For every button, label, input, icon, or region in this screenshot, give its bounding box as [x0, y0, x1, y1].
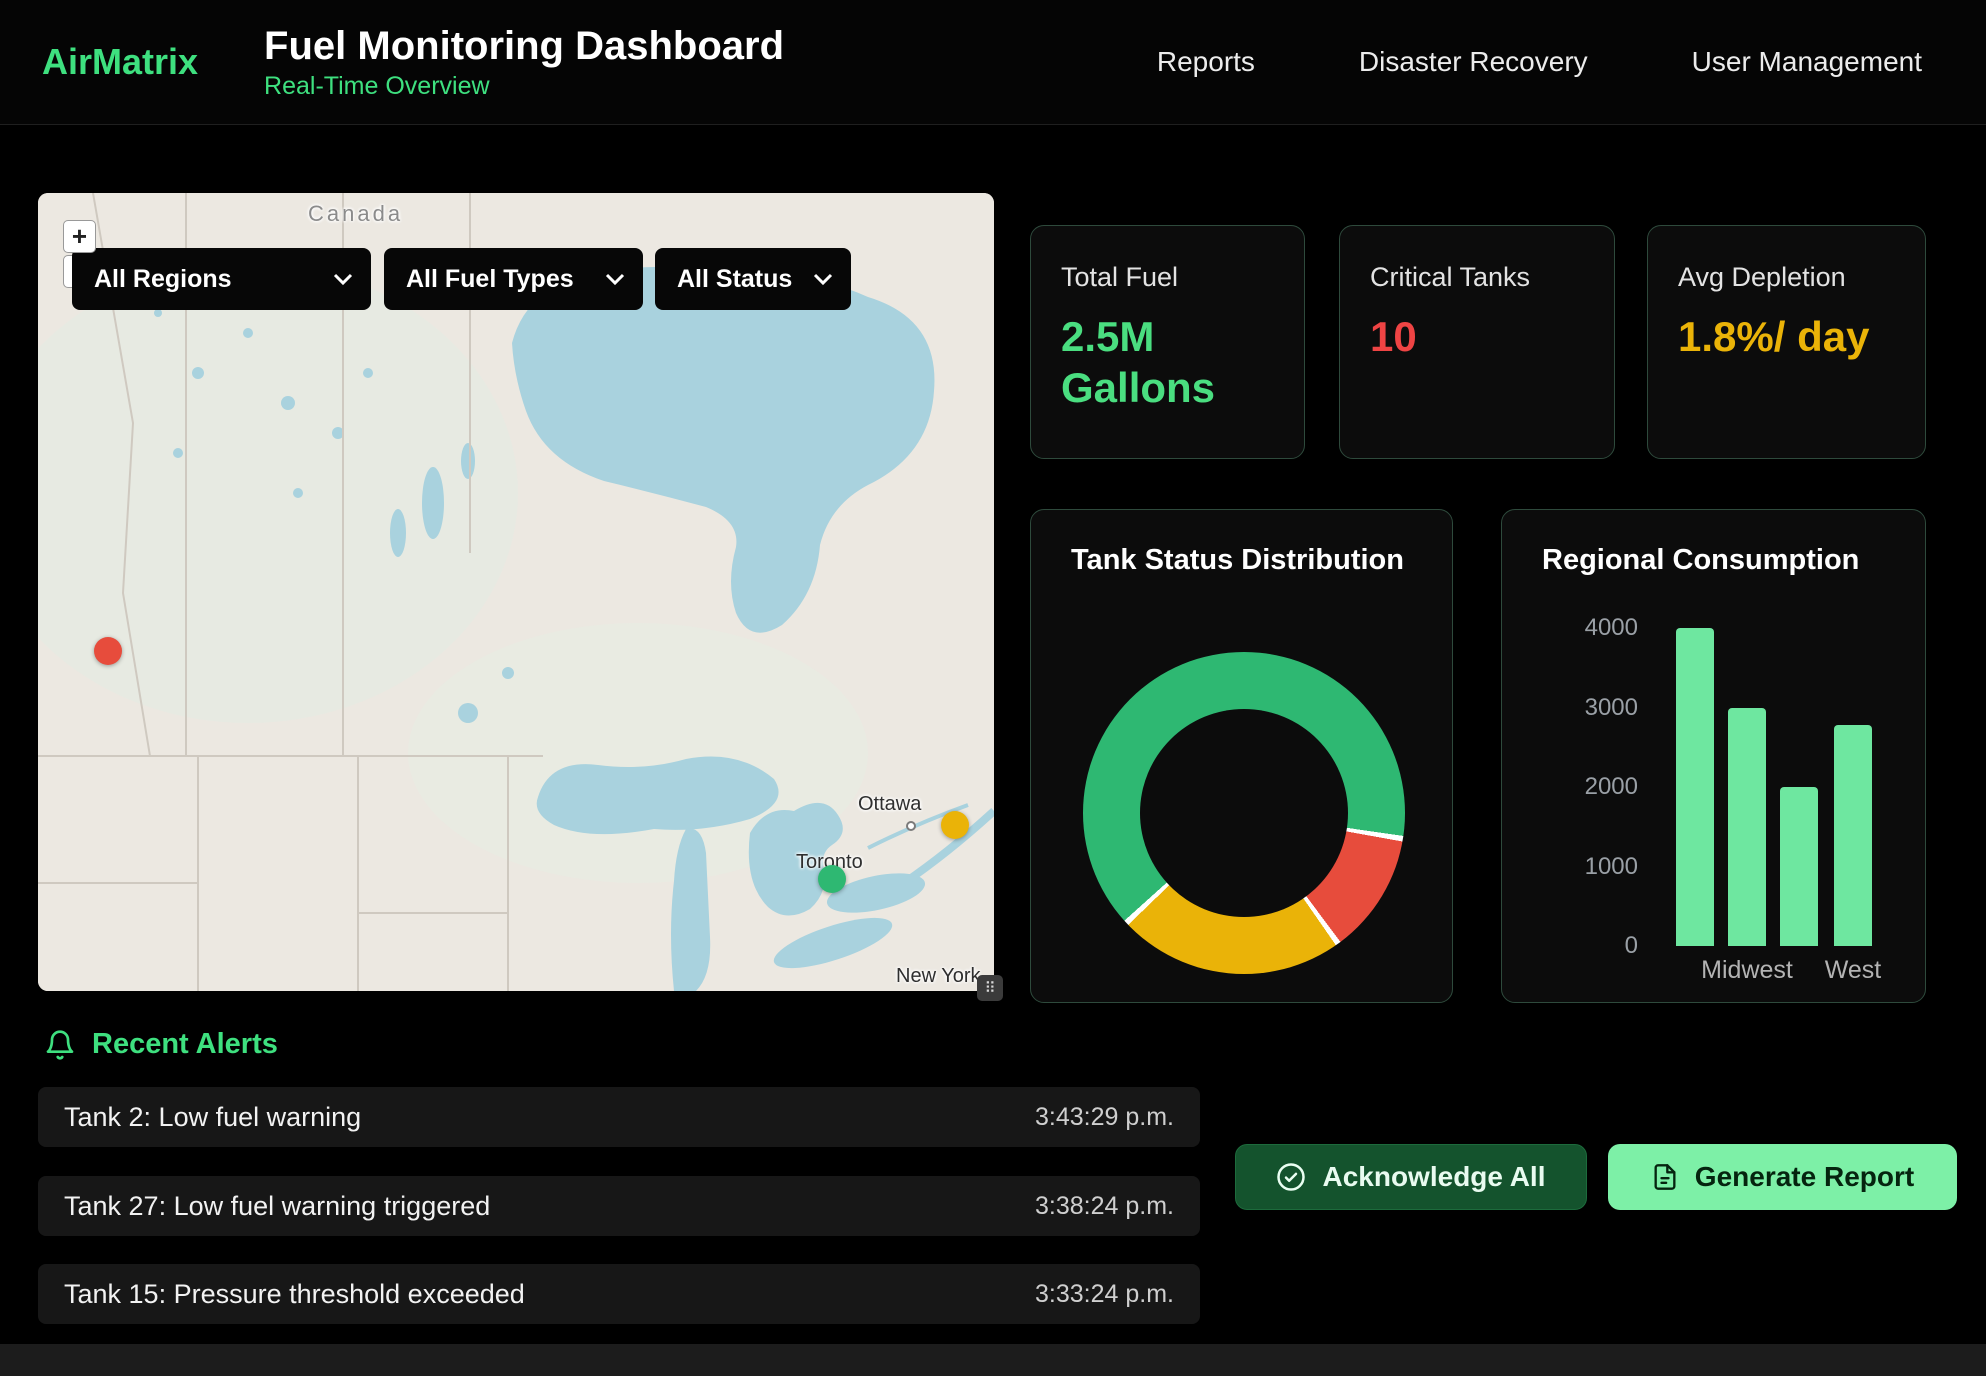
tank-marker-critical[interactable]: [94, 637, 122, 665]
kpi-label: Avg Depletion: [1678, 262, 1895, 293]
donut-chart: [1083, 652, 1405, 974]
generate-report-button[interactable]: Generate Report: [1608, 1144, 1957, 1210]
alert-row[interactable]: Tank 15: Pressure threshold exceeded 3:3…: [38, 1264, 1200, 1324]
regional-consumption-card: Regional Consumption 0 1000 2000 3000 4000 Mi…: [1501, 509, 1926, 1003]
map-label-new-york: New York: [896, 965, 981, 988]
recent-alerts-heading: Recent Alerts: [44, 1028, 278, 1061]
kpi-value-total-fuel: 2.5M Gallons: [1061, 311, 1274, 413]
alert-row[interactable]: Tank 2: Low fuel warning 3:43:29 p.m.: [38, 1087, 1200, 1147]
alert-text: Tank 15: Pressure threshold exceeded: [64, 1279, 525, 1310]
chevron-down-icon: [333, 273, 353, 286]
status-filter-value: All Status: [677, 265, 792, 294]
map-zoom-in-button[interactable]: +: [63, 220, 96, 253]
kpi-value-avg-depletion: 1.8%/ day: [1678, 311, 1895, 362]
x-axis-tick: Midwest: [1687, 956, 1807, 985]
consumption-bar: [1676, 628, 1714, 946]
tank-marker-normal[interactable]: [818, 865, 846, 893]
y-axis-tick: 0: [1502, 931, 1638, 961]
region-filter-dropdown[interactable]: All Regions: [72, 248, 371, 310]
alert-time: 3:38:24 p.m.: [1035, 1192, 1174, 1221]
footer-strip: [0, 1344, 1986, 1376]
donut-hole: [1140, 709, 1348, 917]
map-label-ottawa: Ottawa: [858, 793, 921, 816]
status-filter-dropdown[interactable]: All Status: [655, 248, 851, 310]
ottawa-city-dot: [906, 821, 916, 831]
y-axis-tick: 1000: [1502, 852, 1638, 882]
bell-icon: [44, 1029, 76, 1061]
chevron-down-icon: [605, 273, 625, 286]
alert-text: Tank 2: Low fuel warning: [64, 1102, 361, 1133]
fuel-map[interactable]: + − All Regions All Fuel Types All Statu…: [38, 193, 994, 991]
consumption-bar: [1780, 787, 1818, 946]
kpi-card-avg-depletion: Avg Depletion 1.8%/ day: [1647, 225, 1926, 459]
kpi-card-total-fuel: Total Fuel 2.5M Gallons: [1030, 225, 1305, 459]
tank-marker-warning[interactable]: [941, 811, 969, 839]
title-block: Fuel Monitoring Dashboard Real-Time Over…: [264, 24, 784, 101]
page-subtitle: Real-Time Overview: [264, 72, 784, 101]
kpi-label: Total Fuel: [1061, 262, 1274, 293]
main-nav: Reports Disaster Recovery User Managemen…: [1157, 46, 1922, 78]
region-filter-value: All Regions: [94, 265, 232, 294]
consumption-bar: [1834, 725, 1872, 946]
donut-chart-title: Tank Status Distribution: [1071, 544, 1452, 577]
app-logo: AirMatrix: [42, 41, 198, 83]
y-axis-tick: 3000: [1502, 693, 1638, 723]
kpi-card-critical-tanks: Critical Tanks 10: [1339, 225, 1615, 459]
fuel-type-filter-dropdown[interactable]: All Fuel Types: [384, 248, 643, 310]
document-icon: [1651, 1163, 1679, 1191]
acknowledge-all-label: Acknowledge All: [1322, 1161, 1545, 1193]
alert-time: 3:43:29 p.m.: [1035, 1103, 1174, 1132]
kpi-value-critical-tanks: 10: [1370, 311, 1584, 362]
generate-report-label: Generate Report: [1695, 1161, 1914, 1193]
y-axis-tick: 2000: [1502, 772, 1638, 802]
nav-item-disaster-recovery[interactable]: Disaster Recovery: [1359, 46, 1588, 78]
consumption-bar: [1728, 708, 1766, 947]
bar-chart-title: Regional Consumption: [1542, 544, 1925, 577]
map-resize-handle[interactable]: ⠿: [977, 975, 1003, 1001]
fuel-type-filter-value: All Fuel Types: [406, 265, 574, 294]
acknowledge-all-button[interactable]: Acknowledge All: [1235, 1144, 1587, 1210]
recent-alerts-title: Recent Alerts: [92, 1028, 278, 1061]
nav-item-reports[interactable]: Reports: [1157, 46, 1255, 78]
check-circle-icon: [1276, 1162, 1306, 1192]
map-label-canada: Canada: [308, 201, 403, 227]
tank-status-card: Tank Status Distribution: [1030, 509, 1453, 1003]
alert-text: Tank 27: Low fuel warning triggered: [64, 1191, 490, 1222]
y-axis-tick: 4000: [1502, 613, 1638, 643]
nav-item-user-management[interactable]: User Management: [1692, 46, 1922, 78]
kpi-label: Critical Tanks: [1370, 262, 1584, 293]
app-header: AirMatrix Fuel Monitoring Dashboard Real…: [0, 0, 1986, 125]
chevron-down-icon: [813, 273, 833, 286]
alert-time: 3:33:24 p.m.: [1035, 1280, 1174, 1309]
alert-row[interactable]: Tank 27: Low fuel warning triggered 3:38…: [38, 1176, 1200, 1236]
dashboard-page: AirMatrix Fuel Monitoring Dashboard Real…: [0, 0, 1986, 1376]
page-title: Fuel Monitoring Dashboard: [264, 24, 784, 68]
x-axis-tick: West: [1793, 956, 1913, 985]
